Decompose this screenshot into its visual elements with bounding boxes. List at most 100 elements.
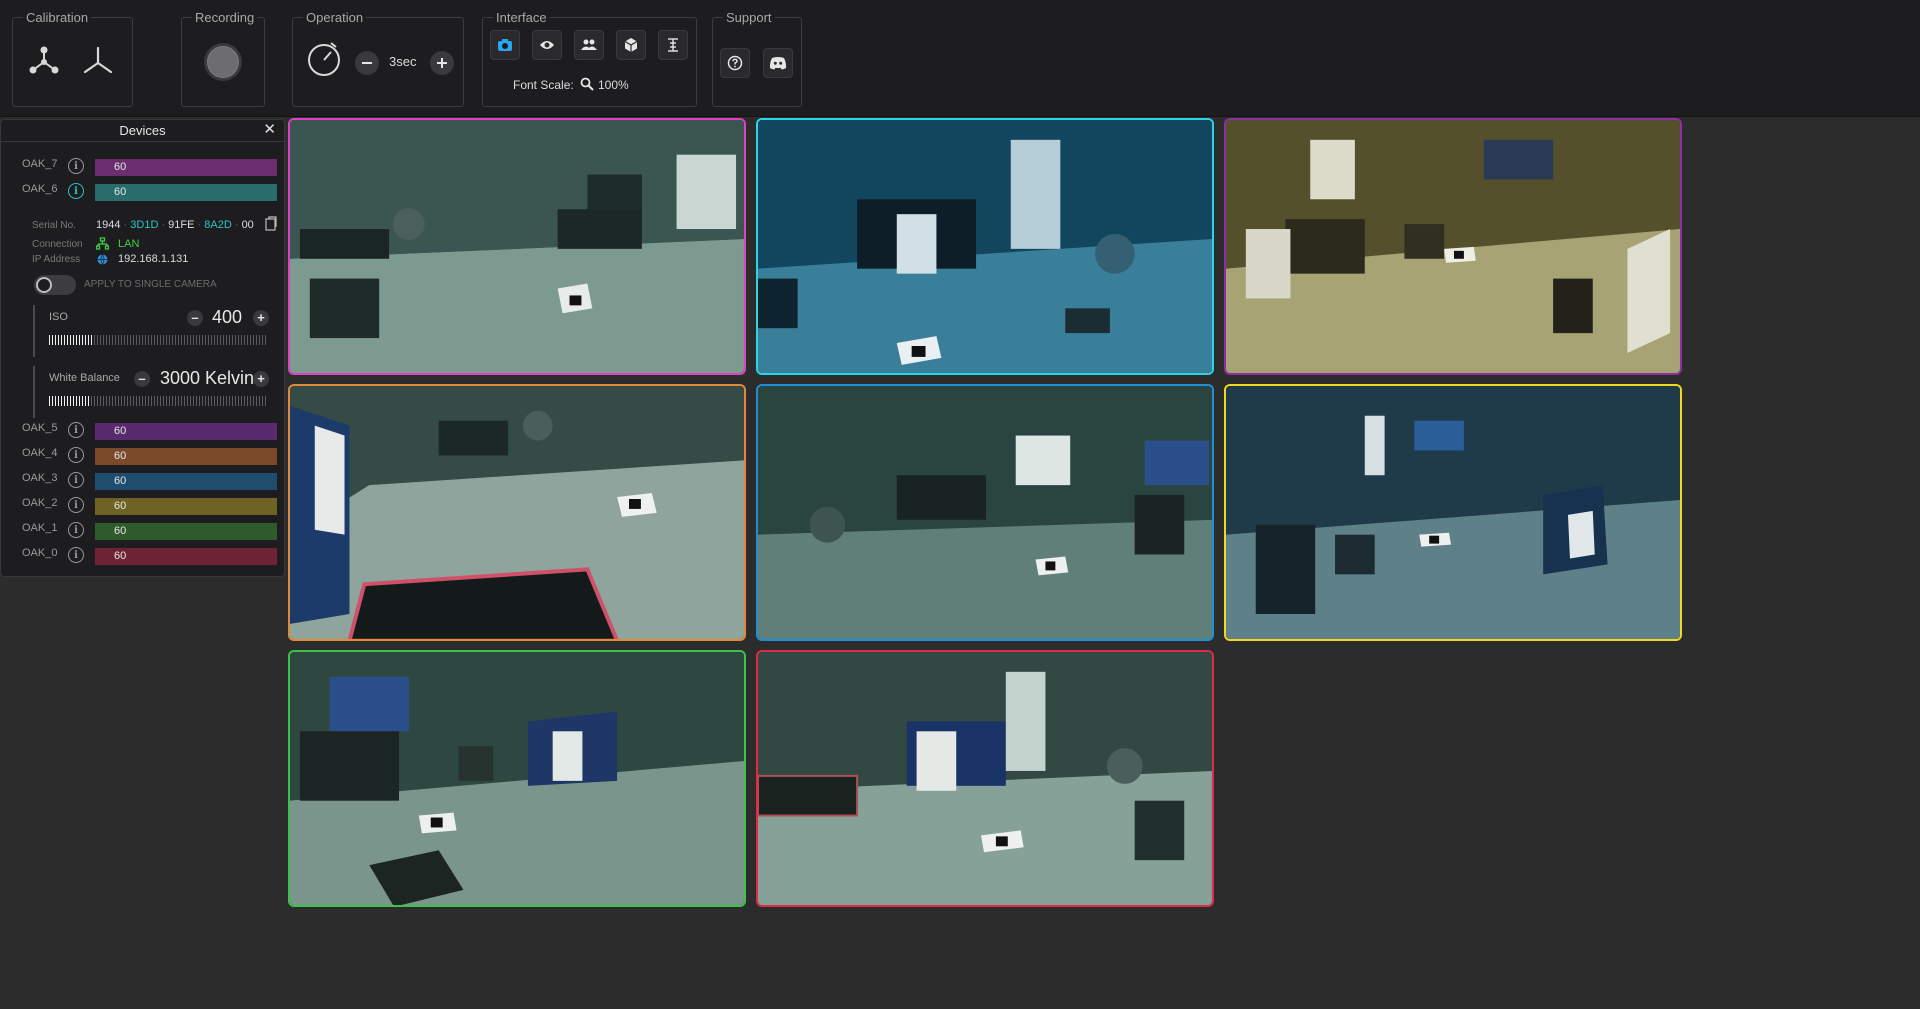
- device-value-bar[interactable]: 60: [95, 159, 277, 176]
- support-title: Support: [723, 10, 775, 26]
- camera-feed[interactable]: [1224, 384, 1682, 641]
- iso-slider-fill: [49, 335, 93, 345]
- toggle-knob: [36, 277, 52, 293]
- camera-feed[interactable]: [288, 650, 746, 907]
- device-row[interactable]: OAK_0 i 60: [1, 543, 284, 565]
- connection-label: Connection: [32, 239, 83, 250]
- recording-group: Recording: [181, 10, 265, 107]
- font-scale-value[interactable]: 100%: [598, 78, 629, 92]
- calibrate-multi-icon[interactable]: [27, 44, 61, 78]
- record-button-icon[interactable]: [203, 42, 243, 82]
- operation-group: Operation 3sec: [292, 10, 464, 107]
- info-icon[interactable]: i: [68, 522, 84, 538]
- interface-group: Interface Font Scale: 100%: [482, 10, 697, 107]
- camera-feed[interactable]: [288, 384, 746, 641]
- white-balance-slider[interactable]: [49, 396, 267, 406]
- device-row[interactable]: OAK_7 i 60: [1, 154, 284, 176]
- device-name: OAK_6: [22, 183, 58, 195]
- toolbar: Calibration Recording Operation 3sec Int…: [0, 0, 1920, 117]
- calibration-title: Calibration: [23, 10, 92, 26]
- discord-icon[interactable]: [763, 48, 793, 78]
- white-balance-value: 3000 Kelvin: [160, 368, 255, 388]
- devices-panel: Devices ✕ OAK_7 i 60 OAK_6 i 60 Serial N…: [0, 119, 285, 577]
- connection-value: LAN: [118, 238, 140, 250]
- device-value-bar[interactable]: 60: [95, 498, 277, 515]
- plus-icon[interactable]: [430, 51, 454, 75]
- white-balance-label: White Balance: [49, 372, 120, 384]
- device-value: 60: [114, 450, 127, 462]
- iso-slider[interactable]: [49, 335, 267, 345]
- device-value-bar[interactable]: 60: [95, 548, 277, 565]
- iso-plus-button[interactable]: +: [253, 310, 269, 326]
- device-name: OAK_1: [22, 522, 58, 534]
- device-value-bar[interactable]: 60: [95, 184, 277, 201]
- apply-single-camera-toggle[interactable]: [34, 275, 76, 295]
- camera-feed[interactable]: [756, 384, 1214, 641]
- white-balance-plus-button[interactable]: +: [253, 371, 269, 387]
- recording-title: Recording: [192, 10, 258, 26]
- minus-icon[interactable]: [355, 51, 379, 75]
- camera-feed[interactable]: [756, 118, 1214, 375]
- devices-panel-header: Devices ✕: [1, 120, 284, 142]
- operation-title: Operation: [303, 10, 367, 26]
- device-value: 60: [114, 186, 127, 198]
- device-value-bar[interactable]: 60: [95, 473, 277, 490]
- devices-panel-title: Devices: [119, 123, 166, 138]
- apply-single-camera-label: APPLY TO SINGLE CAMERA: [84, 279, 217, 290]
- support-group: Support: [712, 10, 802, 107]
- info-icon[interactable]: i: [68, 422, 84, 438]
- device-value-bar[interactable]: 60: [95, 448, 277, 465]
- serial-label: Serial No.: [32, 220, 76, 231]
- device-value-bar[interactable]: 60: [95, 423, 277, 440]
- white-balance-setting: White Balance – 3000 Kelvin +: [33, 366, 278, 418]
- help-icon[interactable]: [720, 48, 750, 78]
- cube-icon[interactable]: [616, 30, 646, 60]
- iso-label: ISO: [49, 311, 68, 323]
- device-name: OAK_5: [22, 422, 58, 434]
- device-row[interactable]: OAK_3 i 60: [1, 468, 284, 490]
- camera-scene-image: [290, 652, 744, 905]
- info-icon[interactable]: i: [68, 158, 84, 174]
- white-balance-slider-fill: [49, 396, 91, 406]
- camera-feed[interactable]: [288, 118, 746, 375]
- network-icon: [96, 237, 109, 250]
- info-icon[interactable]: i: [68, 497, 84, 513]
- calibrate-axis-icon[interactable]: [81, 44, 115, 78]
- info-icon[interactable]: i: [68, 447, 84, 463]
- camera-icon[interactable]: [490, 30, 520, 60]
- camera-scene-image: [1226, 386, 1680, 639]
- serial-value: 1944 · 3D1D · 91FE · 8A2D · 00: [96, 219, 254, 231]
- device-row[interactable]: OAK_6 i 60: [1, 179, 284, 201]
- serial-part: 1944: [96, 219, 121, 231]
- device-value: 60: [114, 525, 127, 537]
- users-icon[interactable]: [574, 30, 604, 60]
- eye-icon[interactable]: [532, 30, 562, 60]
- info-icon[interactable]: i: [68, 547, 84, 563]
- calibration-group: Calibration: [12, 10, 133, 107]
- device-name: OAK_4: [22, 447, 58, 459]
- device-row[interactable]: OAK_1 i 60: [1, 518, 284, 540]
- info-icon[interactable]: i: [68, 183, 84, 199]
- camera-scene-image: [758, 386, 1212, 639]
- globe-icon: [97, 254, 108, 265]
- close-icon[interactable]: ✕: [263, 122, 276, 138]
- device-row[interactable]: OAK_5 i 60: [1, 418, 284, 440]
- serial-part: 00: [241, 219, 254, 231]
- device-row[interactable]: OAK_4 i 60: [1, 443, 284, 465]
- ip-label: IP Address: [32, 254, 81, 265]
- serial-part: 3D1D: [130, 219, 159, 231]
- info-icon[interactable]: i: [68, 472, 84, 488]
- camera-feed[interactable]: [756, 650, 1214, 907]
- interface-title: Interface: [493, 10, 550, 26]
- copy-icon[interactable]: [265, 216, 277, 231]
- white-balance-minus-button[interactable]: –: [134, 371, 150, 387]
- camera-feed[interactable]: [1224, 118, 1682, 375]
- timer-icon: [305, 39, 343, 77]
- device-name: OAK_7: [22, 158, 58, 170]
- skeleton-icon[interactable]: [658, 30, 688, 60]
- device-value-bar[interactable]: 60: [95, 523, 277, 540]
- device-row[interactable]: OAK_2 i 60: [1, 493, 284, 515]
- camera-scene-image: [1226, 120, 1680, 373]
- ip-value: 192.168.1.131: [118, 253, 189, 265]
- iso-minus-button[interactable]: –: [187, 310, 203, 326]
